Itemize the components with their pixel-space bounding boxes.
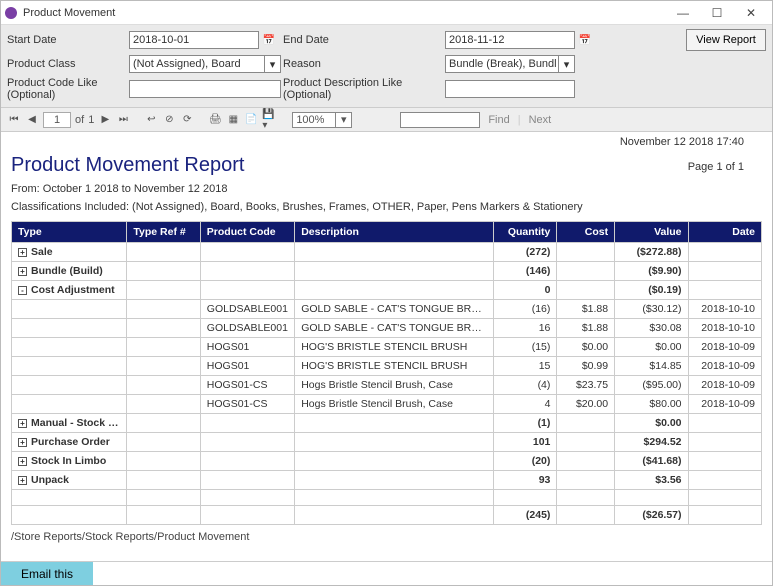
start-date-label: Start Date (7, 34, 127, 46)
group-cell[interactable]: +Unpack (12, 471, 127, 490)
table-row: HOGS01-CSHogs Bristle Stencil Brush, Cas… (12, 376, 762, 395)
group-cell[interactable]: +Stock In Limbo (12, 452, 127, 471)
group-cell[interactable]: +Bundle (Build) (12, 262, 127, 281)
start-date-input[interactable]: 2018-10-01 (129, 31, 259, 49)
find-input[interactable] (400, 112, 480, 128)
report-classifications: Classifications Included: (Not Assigned)… (11, 201, 762, 213)
window-title: Product Movement (23, 7, 666, 19)
filter-panel: Start Date 2018-10-01 📅 End Date 2018-11… (1, 25, 772, 108)
report-path: /Store Reports/Stock Reports/Product Mov… (11, 525, 762, 543)
table-row: +Purchase Order101$294.52 (12, 433, 762, 452)
product-code-label: Product Code Like (Optional) (7, 77, 127, 101)
table-row: HOGS01HOG'S BRISTLE STENCIL BRUSH15$0.99… (12, 357, 762, 376)
col-cost: Cost (557, 222, 615, 243)
col-type: Type (12, 222, 127, 243)
col-qty: Quantity (494, 222, 557, 243)
table-row: HOGS01-CSHogs Bristle Stencil Brush, Cas… (12, 395, 762, 414)
prev-page-icon[interactable]: ◀ (25, 113, 39, 127)
expand-toggle-icon[interactable]: - (18, 286, 27, 295)
page-total: 1 (88, 114, 94, 126)
maximize-button[interactable]: ☐ (700, 2, 734, 24)
table-row: -Cost Adjustment0($0.19) (12, 281, 762, 300)
table-row: +Unpack93$3.56 (12, 471, 762, 490)
email-this-button[interactable]: Email this (1, 562, 93, 585)
table-row: GOLDSABLE001GOLD SABLE - CAT'S TONGUE BR… (12, 319, 762, 338)
page-setup-icon[interactable]: 📄 (244, 113, 258, 127)
chevron-down-icon: ▾ (558, 56, 574, 72)
calendar-icon[interactable]: 📅 (577, 35, 593, 46)
report-body: November 12 2018 17:40 Product Movement … (1, 132, 772, 561)
group-cell[interactable]: -Cost Adjustment (12, 281, 127, 300)
col-code: Product Code (200, 222, 294, 243)
product-code-input[interactable] (129, 80, 281, 98)
expand-toggle-icon[interactable]: + (18, 248, 27, 257)
export-icon[interactable]: 💾▾ (262, 113, 276, 127)
table-row: (245)($26.57) (12, 506, 762, 525)
table-row: +Stock In Limbo(20)($41.68) (12, 452, 762, 471)
col-val: Value (615, 222, 688, 243)
report-daterange: From: October 1 2018 to November 12 2018 (11, 183, 762, 195)
last-page-icon[interactable]: ⏭ (116, 113, 130, 127)
app-icon (5, 7, 17, 19)
table-row: +Manual - Stock Wastage(1)$0.00 (12, 414, 762, 433)
table-row: HOGS01HOG'S BRISTLE STENCIL BRUSH(15)$0.… (12, 338, 762, 357)
zoom-combo[interactable]: 100% ▾ (292, 112, 352, 128)
of-label: of (75, 114, 84, 126)
col-date: Date (688, 222, 761, 243)
page-current-input[interactable]: 1 (43, 112, 71, 128)
view-report-button[interactable]: View Report (686, 29, 766, 51)
product-class-label: Product Class (7, 58, 127, 70)
expand-toggle-icon[interactable]: + (18, 267, 27, 276)
calendar-icon[interactable]: 📅 (261, 35, 277, 46)
print-icon[interactable]: 🖨 (208, 113, 222, 127)
zoom-value: 100% (296, 114, 324, 126)
report-title: Product Movement Report (11, 154, 762, 177)
minimize-button[interactable]: — (666, 2, 700, 24)
group-cell[interactable]: +Sale (12, 243, 127, 262)
end-date-input[interactable]: 2018-11-12 (445, 31, 575, 49)
report-table: Type Type Ref # Product Code Description… (11, 221, 762, 525)
expand-toggle-icon[interactable]: + (18, 419, 27, 428)
col-ref: Type Ref # (127, 222, 200, 243)
print-layout-icon[interactable]: ▦ (226, 113, 240, 127)
back-icon[interactable]: ↩ (144, 113, 158, 127)
table-row (12, 490, 762, 506)
table-row: GOLDSABLE001GOLD SABLE - CAT'S TONGUE BR… (12, 300, 762, 319)
titlebar: Product Movement — ☐ ✕ (1, 1, 772, 25)
col-desc: Description (295, 222, 494, 243)
chevron-down-icon: ▾ (264, 56, 280, 72)
find-next-button[interactable]: Next (525, 114, 556, 126)
page-number: Page 1 of 1 (688, 161, 762, 173)
product-desc-label: Product Description Like (Optional) (283, 77, 443, 101)
table-row: +Bundle (Build)(146)($9.90) (12, 262, 762, 281)
stop-icon[interactable]: ⊘ (162, 113, 176, 127)
table-header-row: Type Type Ref # Product Code Description… (12, 222, 762, 243)
group-cell[interactable]: +Manual - Stock Wastage (12, 414, 127, 433)
product-desc-input[interactable] (445, 80, 575, 98)
reason-value: Bundle (Break), Bundl (449, 58, 557, 70)
next-page-icon[interactable]: ▶ (98, 113, 112, 127)
expand-toggle-icon[interactable]: + (18, 476, 27, 485)
find-button[interactable]: Find (484, 114, 513, 126)
expand-toggle-icon[interactable]: + (18, 438, 27, 447)
app-window: Product Movement — ☐ ✕ Start Date 2018-1… (0, 0, 773, 586)
footer: Email this (1, 561, 772, 585)
reason-combo[interactable]: Bundle (Break), Bundl▾ (445, 55, 575, 73)
end-date-label: End Date (283, 34, 443, 46)
chevron-down-icon: ▾ (335, 113, 351, 127)
product-class-combo[interactable]: (Not Assigned), Board ▾ (129, 55, 281, 73)
close-button[interactable]: ✕ (734, 2, 768, 24)
reason-label: Reason (283, 58, 443, 70)
product-class-value: (Not Assigned), Board (133, 58, 241, 70)
first-page-icon[interactable]: ⏮ (7, 113, 21, 127)
report-viewer-toolbar: ⏮ ◀ 1 of 1 ▶ ⏭ ↩ ⊘ ⟳ 🖨 ▦ 📄 💾▾ 100% ▾ Find… (1, 108, 772, 132)
report-timestamp: November 12 2018 17:40 (11, 136, 762, 148)
expand-toggle-icon[interactable]: + (18, 457, 27, 466)
refresh-icon[interactable]: ⟳ (180, 113, 194, 127)
table-row: +Sale(272)($272.88) (12, 243, 762, 262)
group-cell[interactable]: +Purchase Order (12, 433, 127, 452)
